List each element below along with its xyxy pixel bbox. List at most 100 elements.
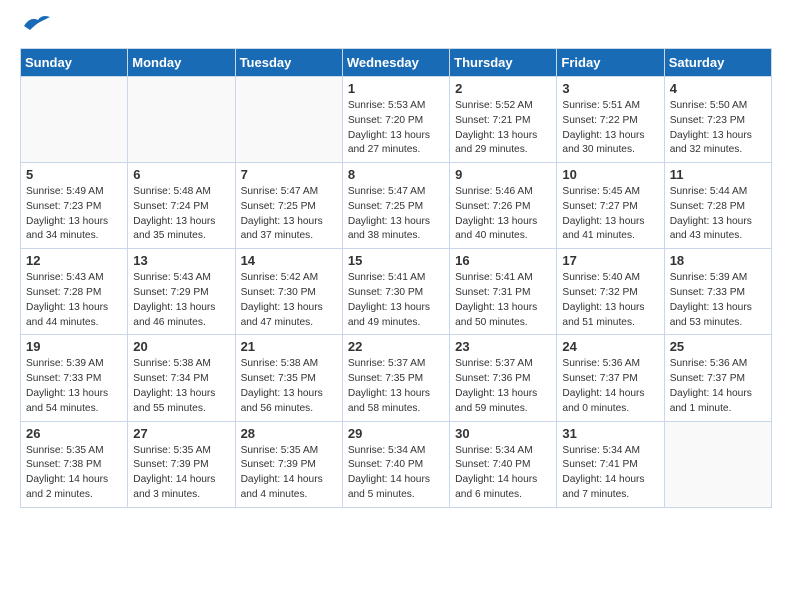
day-info: Sunrise: 5:39 AMSunset: 7:33 PMDaylight:… bbox=[670, 271, 766, 330]
day-info: Sunrise: 5:41 AMSunset: 7:30 PMDaylight:… bbox=[348, 271, 444, 330]
day-number: 16 bbox=[455, 253, 551, 268]
calendar-day-cell: 31 Sunrise: 5:34 AMSunset: 7:41 PMDayligh… bbox=[557, 421, 664, 507]
calendar-day-cell: 29Sunrise: 5:34 AMSunset: 7:40 PMDayligh… bbox=[342, 421, 449, 507]
calendar-day-cell: 16 Sunrise: 5:41 AMSunset: 7:31 PMDayligh… bbox=[450, 249, 557, 335]
calendar-day-cell bbox=[21, 77, 128, 163]
calendar-day-cell bbox=[128, 77, 235, 163]
day-number: 5 bbox=[26, 167, 122, 182]
calendar-day-cell: 15 Sunrise: 5:41 AMSunset: 7:30 PMDayligh… bbox=[342, 249, 449, 335]
calendar-day-cell bbox=[664, 421, 771, 507]
weekday-header: Tuesday bbox=[235, 49, 342, 77]
day-number: 3 bbox=[562, 81, 658, 96]
day-number: 28 bbox=[241, 426, 337, 441]
day-info: Sunrise: 5:35 AMSunset: 7:38 PMDaylight:… bbox=[26, 444, 122, 503]
calendar-day-cell: 27 Sunrise: 5:35 AMSunset: 7:39 PMDayligh… bbox=[128, 421, 235, 507]
calendar-day-cell: 18 Sunrise: 5:39 AMSunset: 7:33 PMDayligh… bbox=[664, 249, 771, 335]
day-info: Sunrise: 5:53 AMSunset: 7:20 PMDaylight:… bbox=[348, 99, 444, 158]
calendar-day-cell: 5 Sunrise: 5:49 AMSunset: 7:23 PMDaylight… bbox=[21, 163, 128, 249]
calendar-day-cell: 28Sunrise: 5:35 AMSunset: 7:39 PMDayligh… bbox=[235, 421, 342, 507]
calendar-day-cell: 8 Sunrise: 5:47 AMSunset: 7:25 PMDaylight… bbox=[342, 163, 449, 249]
day-info: Sunrise: 5:43 AMSunset: 7:28 PMDaylight:… bbox=[26, 271, 122, 330]
calendar-day-cell bbox=[235, 77, 342, 163]
day-number: 9 bbox=[455, 167, 551, 182]
day-number: 18 bbox=[670, 253, 766, 268]
calendar-day-cell: 14Sunrise: 5:42 AMSunset: 7:30 PMDayligh… bbox=[235, 249, 342, 335]
calendar-week-row: 5 Sunrise: 5:49 AMSunset: 7:23 PMDaylight… bbox=[21, 163, 772, 249]
weekday-header-row: SundayMondayTuesdayWednesdayThursdayFrid… bbox=[21, 49, 772, 77]
day-info: Sunrise: 5:34 AMSunset: 7:41 PMDaylight:… bbox=[562, 444, 658, 503]
day-number: 4 bbox=[670, 81, 766, 96]
weekday-header: Thursday bbox=[450, 49, 557, 77]
calendar-day-cell: 19 Sunrise: 5:39 AMSunset: 7:33 PMDayligh… bbox=[21, 335, 128, 421]
calendar-day-cell: 30 Sunrise: 5:34 AMSunset: 7:40 PMDayligh… bbox=[450, 421, 557, 507]
weekday-header: Friday bbox=[557, 49, 664, 77]
day-info: Sunrise: 5:37 AMSunset: 7:36 PMDaylight:… bbox=[455, 357, 551, 416]
day-info: Sunrise: 5:34 AMSunset: 7:40 PMDaylight:… bbox=[348, 444, 444, 503]
day-info: Sunrise: 5:39 AMSunset: 7:33 PMDaylight:… bbox=[26, 357, 122, 416]
day-info: Sunrise: 5:36 AMSunset: 7:37 PMDaylight:… bbox=[562, 357, 658, 416]
day-number: 8 bbox=[348, 167, 444, 182]
day-number: 27 bbox=[133, 426, 229, 441]
day-info: Sunrise: 5:46 AMSunset: 7:26 PMDaylight:… bbox=[455, 185, 551, 244]
weekday-header: Monday bbox=[128, 49, 235, 77]
day-info: Sunrise: 5:41 AMSunset: 7:31 PMDaylight:… bbox=[455, 271, 551, 330]
day-number: 13 bbox=[133, 253, 229, 268]
day-info: Sunrise: 5:38 AMSunset: 7:34 PMDaylight:… bbox=[133, 357, 229, 416]
calendar-day-cell: 7 Sunrise: 5:47 AMSunset: 7:25 PMDaylight… bbox=[235, 163, 342, 249]
day-number: 19 bbox=[26, 339, 122, 354]
day-info: Sunrise: 5:45 AMSunset: 7:27 PMDaylight:… bbox=[562, 185, 658, 244]
day-info: Sunrise: 5:36 AMSunset: 7:37 PMDaylight:… bbox=[670, 357, 766, 416]
calendar-day-cell: 22Sunrise: 5:37 AMSunset: 7:35 PMDayligh… bbox=[342, 335, 449, 421]
day-number: 24 bbox=[562, 339, 658, 354]
day-info: Sunrise: 5:35 AMSunset: 7:39 PMDaylight:… bbox=[133, 444, 229, 503]
day-number: 30 bbox=[455, 426, 551, 441]
day-number: 2 bbox=[455, 81, 551, 96]
calendar-day-cell: 13 Sunrise: 5:43 AMSunset: 7:29 PMDayligh… bbox=[128, 249, 235, 335]
calendar-day-cell: 1 Sunrise: 5:53 AMSunset: 7:20 PMDaylight… bbox=[342, 77, 449, 163]
weekday-header: Sunday bbox=[21, 49, 128, 77]
calendar-day-cell: 9 Sunrise: 5:46 AMSunset: 7:26 PMDaylight… bbox=[450, 163, 557, 249]
calendar-week-row: 26Sunrise: 5:35 AMSunset: 7:38 PMDayligh… bbox=[21, 421, 772, 507]
day-number: 11 bbox=[670, 167, 766, 182]
logo bbox=[20, 20, 52, 32]
day-info: Sunrise: 5:40 AMSunset: 7:32 PMDaylight:… bbox=[562, 271, 658, 330]
weekday-header: Saturday bbox=[664, 49, 771, 77]
day-number: 20 bbox=[133, 339, 229, 354]
calendar-table: SundayMondayTuesdayWednesdayThursdayFrid… bbox=[20, 48, 772, 508]
calendar-day-cell: 11Sunrise: 5:44 AMSunset: 7:28 PMDayligh… bbox=[664, 163, 771, 249]
day-number: 21 bbox=[241, 339, 337, 354]
day-info: Sunrise: 5:47 AMSunset: 7:25 PMDaylight:… bbox=[348, 185, 444, 244]
day-info: Sunrise: 5:43 AMSunset: 7:29 PMDaylight:… bbox=[133, 271, 229, 330]
calendar-week-row: 1 Sunrise: 5:53 AMSunset: 7:20 PMDaylight… bbox=[21, 77, 772, 163]
day-number: 17 bbox=[562, 253, 658, 268]
page-container: SundayMondayTuesdayWednesdayThursdayFrid… bbox=[0, 0, 792, 523]
day-info: Sunrise: 5:37 AMSunset: 7:35 PMDaylight:… bbox=[348, 357, 444, 416]
weekday-header: Wednesday bbox=[342, 49, 449, 77]
calendar-day-cell: 4Sunrise: 5:50 AMSunset: 7:23 PMDaylight… bbox=[664, 77, 771, 163]
day-number: 31 bbox=[562, 426, 658, 441]
day-number: 1 bbox=[348, 81, 444, 96]
day-info: Sunrise: 5:47 AMSunset: 7:25 PMDaylight:… bbox=[241, 185, 337, 244]
calendar-day-cell: 26Sunrise: 5:35 AMSunset: 7:38 PMDayligh… bbox=[21, 421, 128, 507]
calendar-day-cell: 24 Sunrise: 5:36 AMSunset: 7:37 PMDayligh… bbox=[557, 335, 664, 421]
header bbox=[20, 20, 772, 32]
day-number: 7 bbox=[241, 167, 337, 182]
day-info: Sunrise: 5:49 AMSunset: 7:23 PMDaylight:… bbox=[26, 185, 122, 244]
calendar-day-cell: 23 Sunrise: 5:37 AMSunset: 7:36 PMDayligh… bbox=[450, 335, 557, 421]
calendar-week-row: 19 Sunrise: 5:39 AMSunset: 7:33 PMDayligh… bbox=[21, 335, 772, 421]
day-number: 15 bbox=[348, 253, 444, 268]
calendar-day-cell: 3 Sunrise: 5:51 AMSunset: 7:22 PMDaylight… bbox=[557, 77, 664, 163]
day-info: Sunrise: 5:34 AMSunset: 7:40 PMDaylight:… bbox=[455, 444, 551, 503]
day-number: 10 bbox=[562, 167, 658, 182]
logo-bird-icon bbox=[22, 12, 52, 32]
calendar-week-row: 12 Sunrise: 5:43 AMSunset: 7:28 PMDayligh… bbox=[21, 249, 772, 335]
calendar-day-cell: 12 Sunrise: 5:43 AMSunset: 7:28 PMDayligh… bbox=[21, 249, 128, 335]
day-info: Sunrise: 5:42 AMSunset: 7:30 PMDaylight:… bbox=[241, 271, 337, 330]
day-number: 12 bbox=[26, 253, 122, 268]
day-info: Sunrise: 5:51 AMSunset: 7:22 PMDaylight:… bbox=[562, 99, 658, 158]
calendar-day-cell: 10 Sunrise: 5:45 AMSunset: 7:27 PMDayligh… bbox=[557, 163, 664, 249]
day-number: 23 bbox=[455, 339, 551, 354]
day-info: Sunrise: 5:48 AMSunset: 7:24 PMDaylight:… bbox=[133, 185, 229, 244]
calendar-day-cell: 2 Sunrise: 5:52 AMSunset: 7:21 PMDaylight… bbox=[450, 77, 557, 163]
day-info: Sunrise: 5:52 AMSunset: 7:21 PMDaylight:… bbox=[455, 99, 551, 158]
